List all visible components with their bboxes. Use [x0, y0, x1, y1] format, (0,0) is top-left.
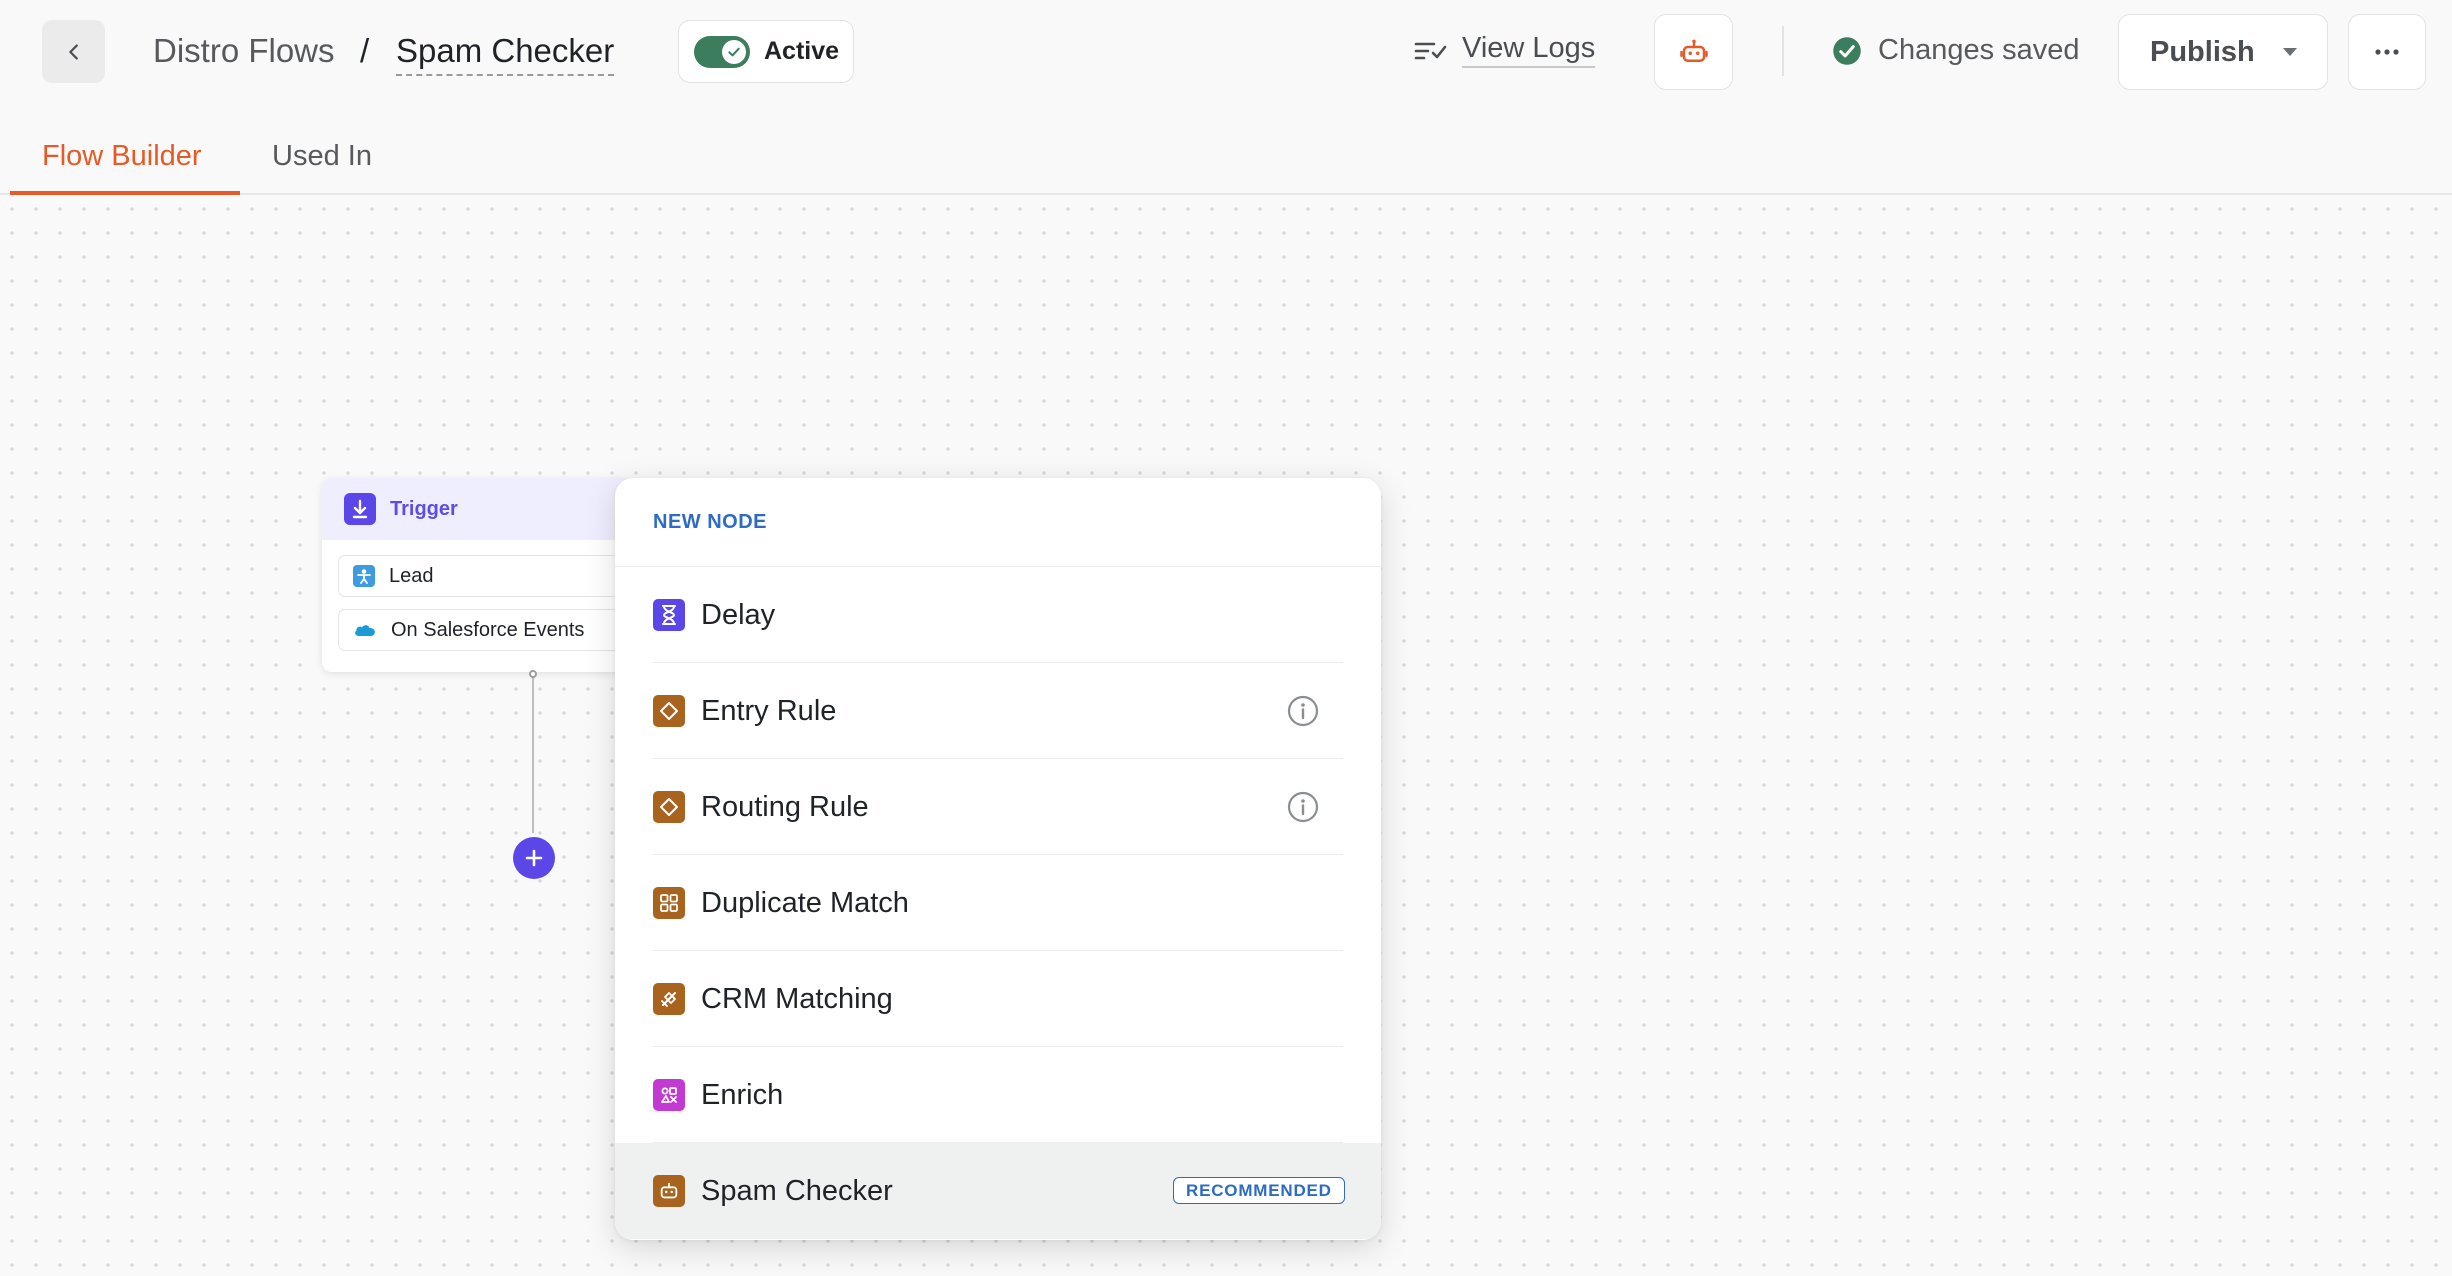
breadcrumb-separator: / — [360, 32, 370, 69]
menu-item-crm-matching[interactable]: CRM Matching — [615, 951, 1381, 1047]
menu-item-label: Delay — [701, 598, 776, 631]
publish-label: Publish — [2150, 35, 2255, 68]
menu-item-entry-rule[interactable]: Entry Rule — [615, 663, 1381, 759]
tab-used-in[interactable]: Used In — [272, 140, 372, 195]
robot-icon — [1679, 39, 1708, 62]
menu-item-delay[interactable]: Delay — [615, 567, 1381, 663]
active-label: Active — [764, 37, 840, 65]
active-tab-indicator — [10, 191, 240, 195]
diamond-icon — [653, 791, 685, 823]
flow-connector-line — [532, 673, 534, 833]
menu-item-label: Entry Rule — [701, 694, 837, 727]
menu-item-duplicate-match[interactable]: Duplicate Match — [615, 855, 1381, 951]
menu-item-label: Duplicate Match — [701, 886, 909, 919]
menu-item-routing-rule[interactable]: Routing Rule — [615, 759, 1381, 855]
breadcrumb-parent-link[interactable]: Distro Flows — [153, 32, 335, 70]
plus-icon — [525, 849, 543, 867]
trigger-object-row[interactable]: Lead — [338, 555, 632, 597]
more-options-button[interactable] — [2348, 14, 2426, 90]
salesforce-cloud-icon — [355, 625, 375, 636]
menu-item-label: Routing Rule — [701, 790, 869, 823]
enrich-icon — [653, 1079, 685, 1111]
save-status: Changes saved — [1832, 34, 2080, 67]
grid-icon — [653, 887, 685, 919]
trigger-event-label: On Salesforce Events — [391, 618, 585, 641]
menu-item-enrich[interactable]: Enrich — [615, 1047, 1381, 1143]
tab-flow-builder[interactable]: Flow Builder — [42, 140, 202, 195]
active-toggle[interactable]: Active — [678, 20, 854, 83]
recommended-badge: RECOMMENDED — [1173, 1177, 1345, 1204]
list-check-icon — [1414, 42, 1447, 60]
add-node-button[interactable] — [513, 837, 555, 879]
trigger-event-row[interactable]: On Salesforce Events — [338, 609, 632, 651]
publish-button[interactable]: Publish — [2118, 14, 2328, 90]
menu-header: NEW NODE — [615, 478, 1381, 567]
top-bar: Distro Flows / Spam Checker Active View … — [0, 0, 2452, 110]
menu-item-label: Spam Checker — [701, 1174, 893, 1207]
trigger-node[interactable]: Trigger Lead On Salesforce Events — [322, 478, 632, 672]
flow-title[interactable]: Spam Checker — [396, 32, 615, 76]
menu-item-label: Enrich — [701, 1078, 784, 1111]
trigger-object-label: Lead — [389, 564, 434, 587]
toggle-switch[interactable] — [694, 35, 750, 68]
trigger-node-header: Trigger — [322, 478, 632, 540]
chevron-left-icon — [68, 43, 78, 60]
save-status-label: Changes saved — [1878, 34, 2080, 66]
back-button[interactable] — [42, 20, 105, 83]
menu-item-spam-checker[interactable]: Spam Checker RECOMMENDED — [615, 1143, 1381, 1239]
caret-down-icon — [2282, 48, 2297, 56]
view-logs-link[interactable]: View Logs — [1414, 30, 1596, 70]
new-node-menu: NEW NODE Delay Entry Rule Routing Rule D… — [615, 478, 1381, 1240]
lead-icon — [353, 565, 375, 587]
diamond-icon — [653, 695, 685, 727]
connector-handle[interactable] — [529, 670, 537, 678]
header-divider — [1782, 26, 1784, 76]
ellipsis-icon — [2375, 49, 2399, 55]
check-icon — [728, 47, 740, 56]
tab-bar: Flow Builder Used In — [0, 120, 2452, 195]
info-icon[interactable] — [1287, 791, 1319, 823]
menu-title: NEW NODE — [653, 510, 767, 533]
info-icon[interactable] — [1287, 695, 1319, 727]
trigger-icon — [344, 493, 376, 525]
trigger-title: Trigger — [390, 497, 458, 520]
crm-match-icon — [653, 983, 685, 1015]
menu-item-label: CRM Matching — [701, 982, 893, 1015]
toggle-knob — [722, 39, 746, 64]
hourglass-icon — [653, 599, 685, 631]
check-circle-icon — [1833, 36, 1861, 65]
ai-assistant-button[interactable] — [1654, 14, 1733, 90]
robot-icon — [653, 1175, 685, 1207]
view-logs-label: View Logs — [1462, 32, 1596, 68]
